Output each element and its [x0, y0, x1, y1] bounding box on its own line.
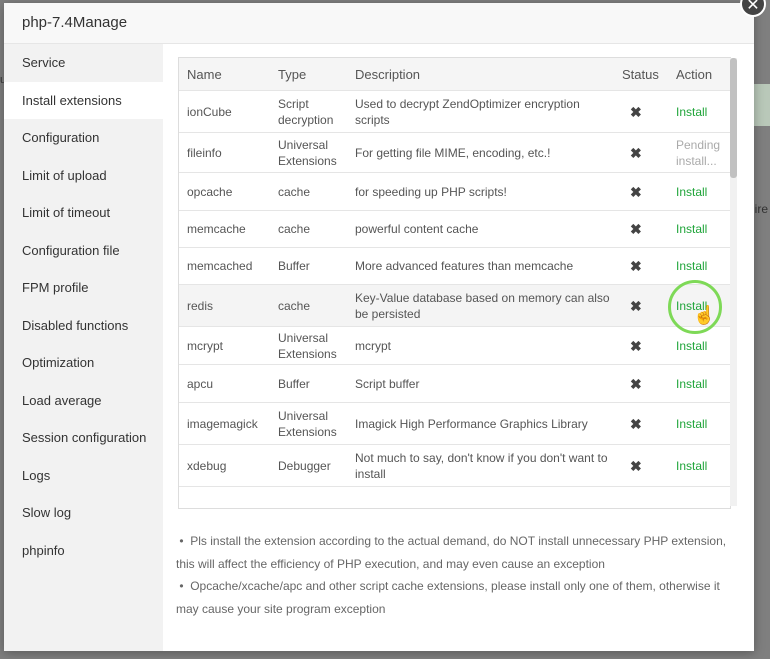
- cell-name: memcached: [179, 247, 270, 285]
- table-row: opcache cache for speeding up PHP scripts!…: [179, 172, 730, 211]
- cell-name: redis: [179, 284, 270, 327]
- cell-description: Imagick High Performance Graphics Librar…: [347, 402, 614, 445]
- bullet-icon: •: [179, 579, 184, 593]
- table-row: mcrypt Universal Extensions mcrypt ✖ Install: [179, 326, 730, 365]
- scrollbar-thumb[interactable]: [730, 58, 737, 178]
- status-x-icon: ✖: [614, 172, 668, 211]
- table-row: redis cache Key-Value database based on me…: [179, 284, 730, 327]
- cell-type: cache: [270, 210, 347, 248]
- notes-section: • Pls install the extension according to…: [176, 530, 736, 620]
- cell-type: Universal Extensions: [270, 402, 347, 445]
- table-row: fileinfo Universal Extensions For getting …: [179, 132, 730, 173]
- cell-type: Buffer: [270, 247, 347, 285]
- extensions-table-wrapper: Name Type Description Status Action ionC…: [178, 57, 731, 509]
- sidebar-item[interactable]: Load average: [4, 382, 163, 420]
- table-row: ionCube Script decryption Used to decrypt …: [179, 90, 730, 133]
- table-row: apcu Buffer Script buffer ✖ Install: [179, 364, 730, 403]
- hand-cursor-icon: ☝: [693, 305, 716, 325]
- table-row: xdebug Debugger Not much to say, don't kno…: [179, 444, 730, 487]
- sidebar-item[interactable]: Limit of timeout: [4, 194, 163, 232]
- cell-description: Key-Value database based on memory can a…: [347, 284, 614, 327]
- status-x-icon: ✖: [614, 444, 668, 487]
- sidebar-item[interactable]: Configuration: [4, 119, 163, 157]
- status-x-icon: ✖: [614, 326, 668, 365]
- cell-type: Debugger: [270, 444, 347, 487]
- install-button[interactable]: Install: [668, 364, 730, 403]
- watermark: 知乎 @Aven7: [617, 617, 752, 641]
- sidebar-item[interactable]: Service: [4, 44, 163, 82]
- sidebar: Service Install extensions Configuration Li…: [4, 44, 163, 651]
- cell-description: More advanced features than memcache: [347, 247, 614, 285]
- install-button[interactable]: Install: [668, 210, 730, 248]
- status-x-icon: ✖: [614, 132, 668, 173]
- install-button[interactable]: Install: [668, 172, 730, 211]
- main-content: Name Type Description Status Action ionC…: [163, 44, 754, 651]
- dialog-title: php-7.4Manage: [4, 3, 754, 44]
- cell-type: Script decryption: [270, 90, 347, 133]
- cell-name: xdebug: [179, 444, 270, 487]
- php-manage-dialog: php-7.4Manage ✕ Service Install extension…: [4, 0, 766, 651]
- table-header-row: Name Type Description Status Action: [179, 58, 730, 91]
- cell-description: Used to decrypt ZendOptimizer encryption…: [347, 90, 614, 133]
- cell-description: mcrypt: [347, 326, 614, 365]
- sidebar-item[interactable]: Configuration file: [4, 232, 163, 270]
- note-item: • Pls install the extension according to…: [176, 530, 736, 575]
- column-header-name: Name: [179, 58, 270, 91]
- note-text-1: Opcache/xcache/apc and other script cach…: [176, 579, 720, 616]
- install-button[interactable]: Install: [668, 444, 730, 487]
- status-x-icon: ✖: [614, 247, 668, 285]
- background-text: ire: [754, 202, 768, 216]
- column-header-action: Action: [668, 58, 730, 91]
- cell-type: cache: [270, 172, 347, 211]
- cell-name: fileinfo: [179, 132, 270, 173]
- cell-name: apcu: [179, 364, 270, 403]
- cell-description: For getting file MIME, encoding, etc.!: [347, 132, 614, 173]
- table-row: memcache cache powerful content cache ✖ Inst…: [179, 210, 730, 248]
- cell-description: powerful content cache: [347, 210, 614, 248]
- table-row: imagemagick Universal Extensions Imagick H…: [179, 402, 730, 445]
- status-x-icon: ✖: [614, 284, 668, 327]
- cell-type: Universal Extensions: [270, 132, 347, 173]
- table-row: memcached Buffer More advanced features th…: [179, 247, 730, 285]
- sidebar-item[interactable]: FPM profile: [4, 269, 163, 307]
- cell-description: Script buffer: [347, 364, 614, 403]
- cell-type: Universal Extensions: [270, 326, 347, 365]
- table-body: ionCube Script decryption Used to decrypt …: [179, 90, 730, 487]
- install-button[interactable]: Install: [668, 402, 730, 445]
- cell-description: Not much to say, don't know if you don't…: [347, 444, 614, 487]
- sidebar-item[interactable]: Logs: [4, 457, 163, 495]
- cell-name: imagemagick: [179, 402, 270, 445]
- column-header-type: Type: [270, 58, 347, 91]
- sidebar-item[interactable]: phpinfo: [4, 532, 163, 570]
- status-x-icon: ✖: [614, 90, 668, 133]
- sidebar-item[interactable]: Slow log: [4, 494, 163, 532]
- cell-type: Buffer: [270, 364, 347, 403]
- bullet-icon: •: [179, 534, 184, 548]
- column-header-status: Status: [614, 58, 668, 91]
- note-text-0: Pls install the extension according to t…: [176, 534, 727, 571]
- sidebar-item[interactable]: Optimization: [4, 344, 163, 382]
- cell-type: cache: [270, 284, 347, 327]
- sidebar-item[interactable]: Session configuration: [4, 419, 163, 457]
- status-x-icon: ✖: [614, 210, 668, 248]
- table-cutoff: [179, 498, 730, 508]
- status-x-icon: ✖: [614, 364, 668, 403]
- cell-description: for speeding up PHP scripts!: [347, 172, 614, 211]
- extensions-table: Name Type Description Status Action ionC…: [179, 58, 730, 487]
- install-button[interactable]: Install: [668, 247, 730, 285]
- sidebar-item[interactable]: Install extensions: [4, 81, 163, 119]
- status-x-icon: ✖: [614, 402, 668, 445]
- cell-name: opcache: [179, 172, 270, 211]
- sidebar-item[interactable]: Disabled functions: [4, 307, 163, 345]
- cell-name: memcache: [179, 210, 270, 248]
- column-header-description: Description: [347, 58, 614, 91]
- cell-name: mcrypt: [179, 326, 270, 365]
- cell-name: ionCube: [179, 90, 270, 133]
- pending-install-label: Pending install...: [668, 132, 730, 173]
- install-button[interactable]: Install: [668, 90, 730, 133]
- sidebar-item[interactable]: Limit of upload: [4, 157, 163, 195]
- table-scrollbar[interactable]: [730, 58, 737, 506]
